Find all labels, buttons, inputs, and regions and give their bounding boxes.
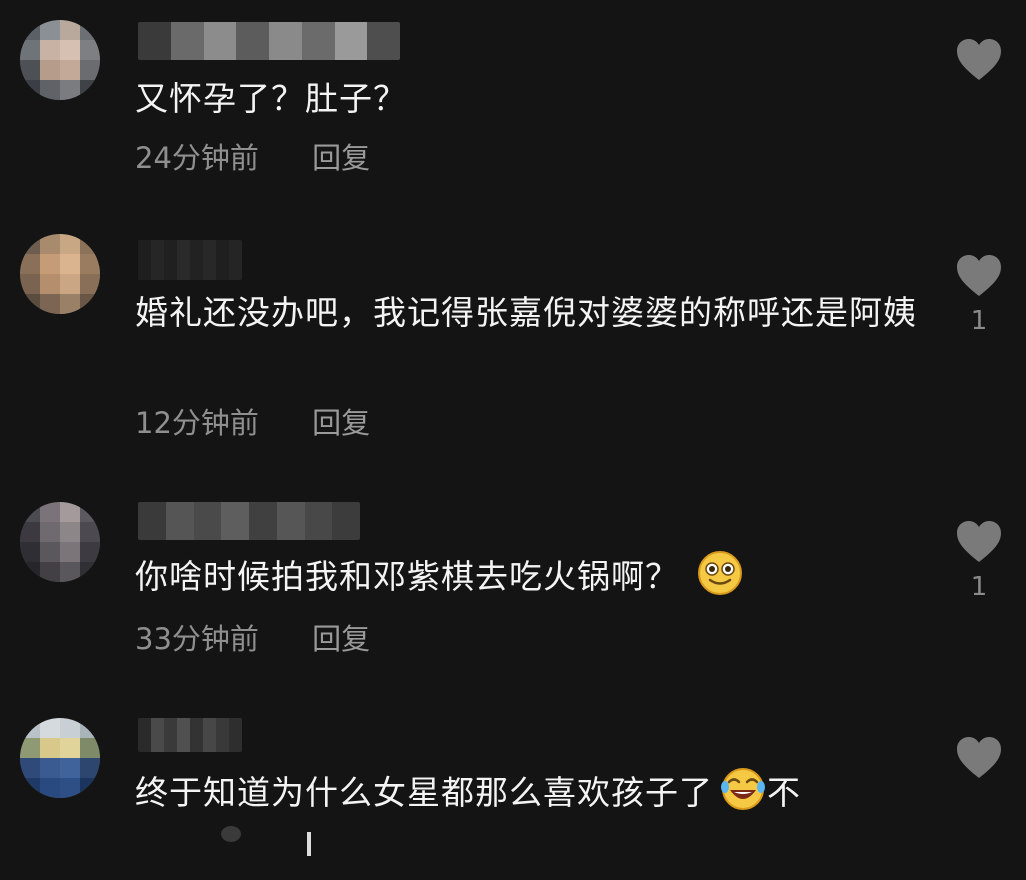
like-count: 1 [970,572,988,602]
like-button[interactable]: 1 [953,520,1005,602]
comment-meta: 12分钟前 回复 [135,400,370,442]
grinning-face-emoji [697,551,742,595]
comment-text: 你啥时候拍我和邓紫棋去吃火锅啊？ [135,550,925,604]
like-button[interactable] [953,38,1005,90]
username-blurred[interactable] [138,718,242,752]
comment-text: 婚礼还没办吧，我记得张嘉倪对婆婆的称呼还是阿姨 [135,286,925,340]
comment-text: 终于知道为什么女星都那么喜欢孩子了 不 [135,766,935,820]
heart-icon [957,255,1001,296]
like-count: 1 [970,306,988,336]
avatar[interactable] [20,234,100,314]
comment-time: 24分钟前 [135,141,259,175]
reply-button[interactable]: 回复 [312,616,370,658]
comment-time: 12分钟前 [135,406,259,440]
username-blurred[interactable] [138,240,242,280]
avatar[interactable] [20,502,100,582]
avatar[interactable] [20,718,100,798]
username-blurred[interactable] [138,22,400,60]
rolling-on-floor-laughing-emoji [721,768,765,810]
like-button[interactable]: 1 [953,254,1005,336]
like-button[interactable] [953,736,1005,788]
comment-text-content: 你啥时候拍我和邓紫棋去吃火锅啊？ [135,557,679,596]
heart-icon [957,521,1001,562]
heart-icon [957,737,1001,778]
reply-button[interactable]: 回复 [312,135,370,177]
comment-text-content: 终于知道为什么女星都那么喜欢孩子了 [135,773,713,812]
username-blurred[interactable] [138,502,360,540]
comment-text-content: 又怀孕了？肚子？ [135,79,407,118]
comment-text: 又怀孕了？肚子？ [135,72,925,126]
comment-text-content: 婚礼还没办吧，我记得张嘉倪对婆婆的称呼还是阿姨 [135,293,917,332]
reply-button[interactable]: 回复 [312,400,370,442]
comment-meta: 24分钟前 回复 [135,135,370,177]
cropped-glyphs-icon [221,826,311,856]
comment-time: 33分钟前 [135,622,259,656]
avatar[interactable] [20,20,100,100]
comment-text-suffix: 不 [767,773,801,812]
heart-icon [957,39,1001,80]
comment-meta: 33分钟前 回复 [135,616,370,658]
cropped-text-fragment [135,822,335,862]
